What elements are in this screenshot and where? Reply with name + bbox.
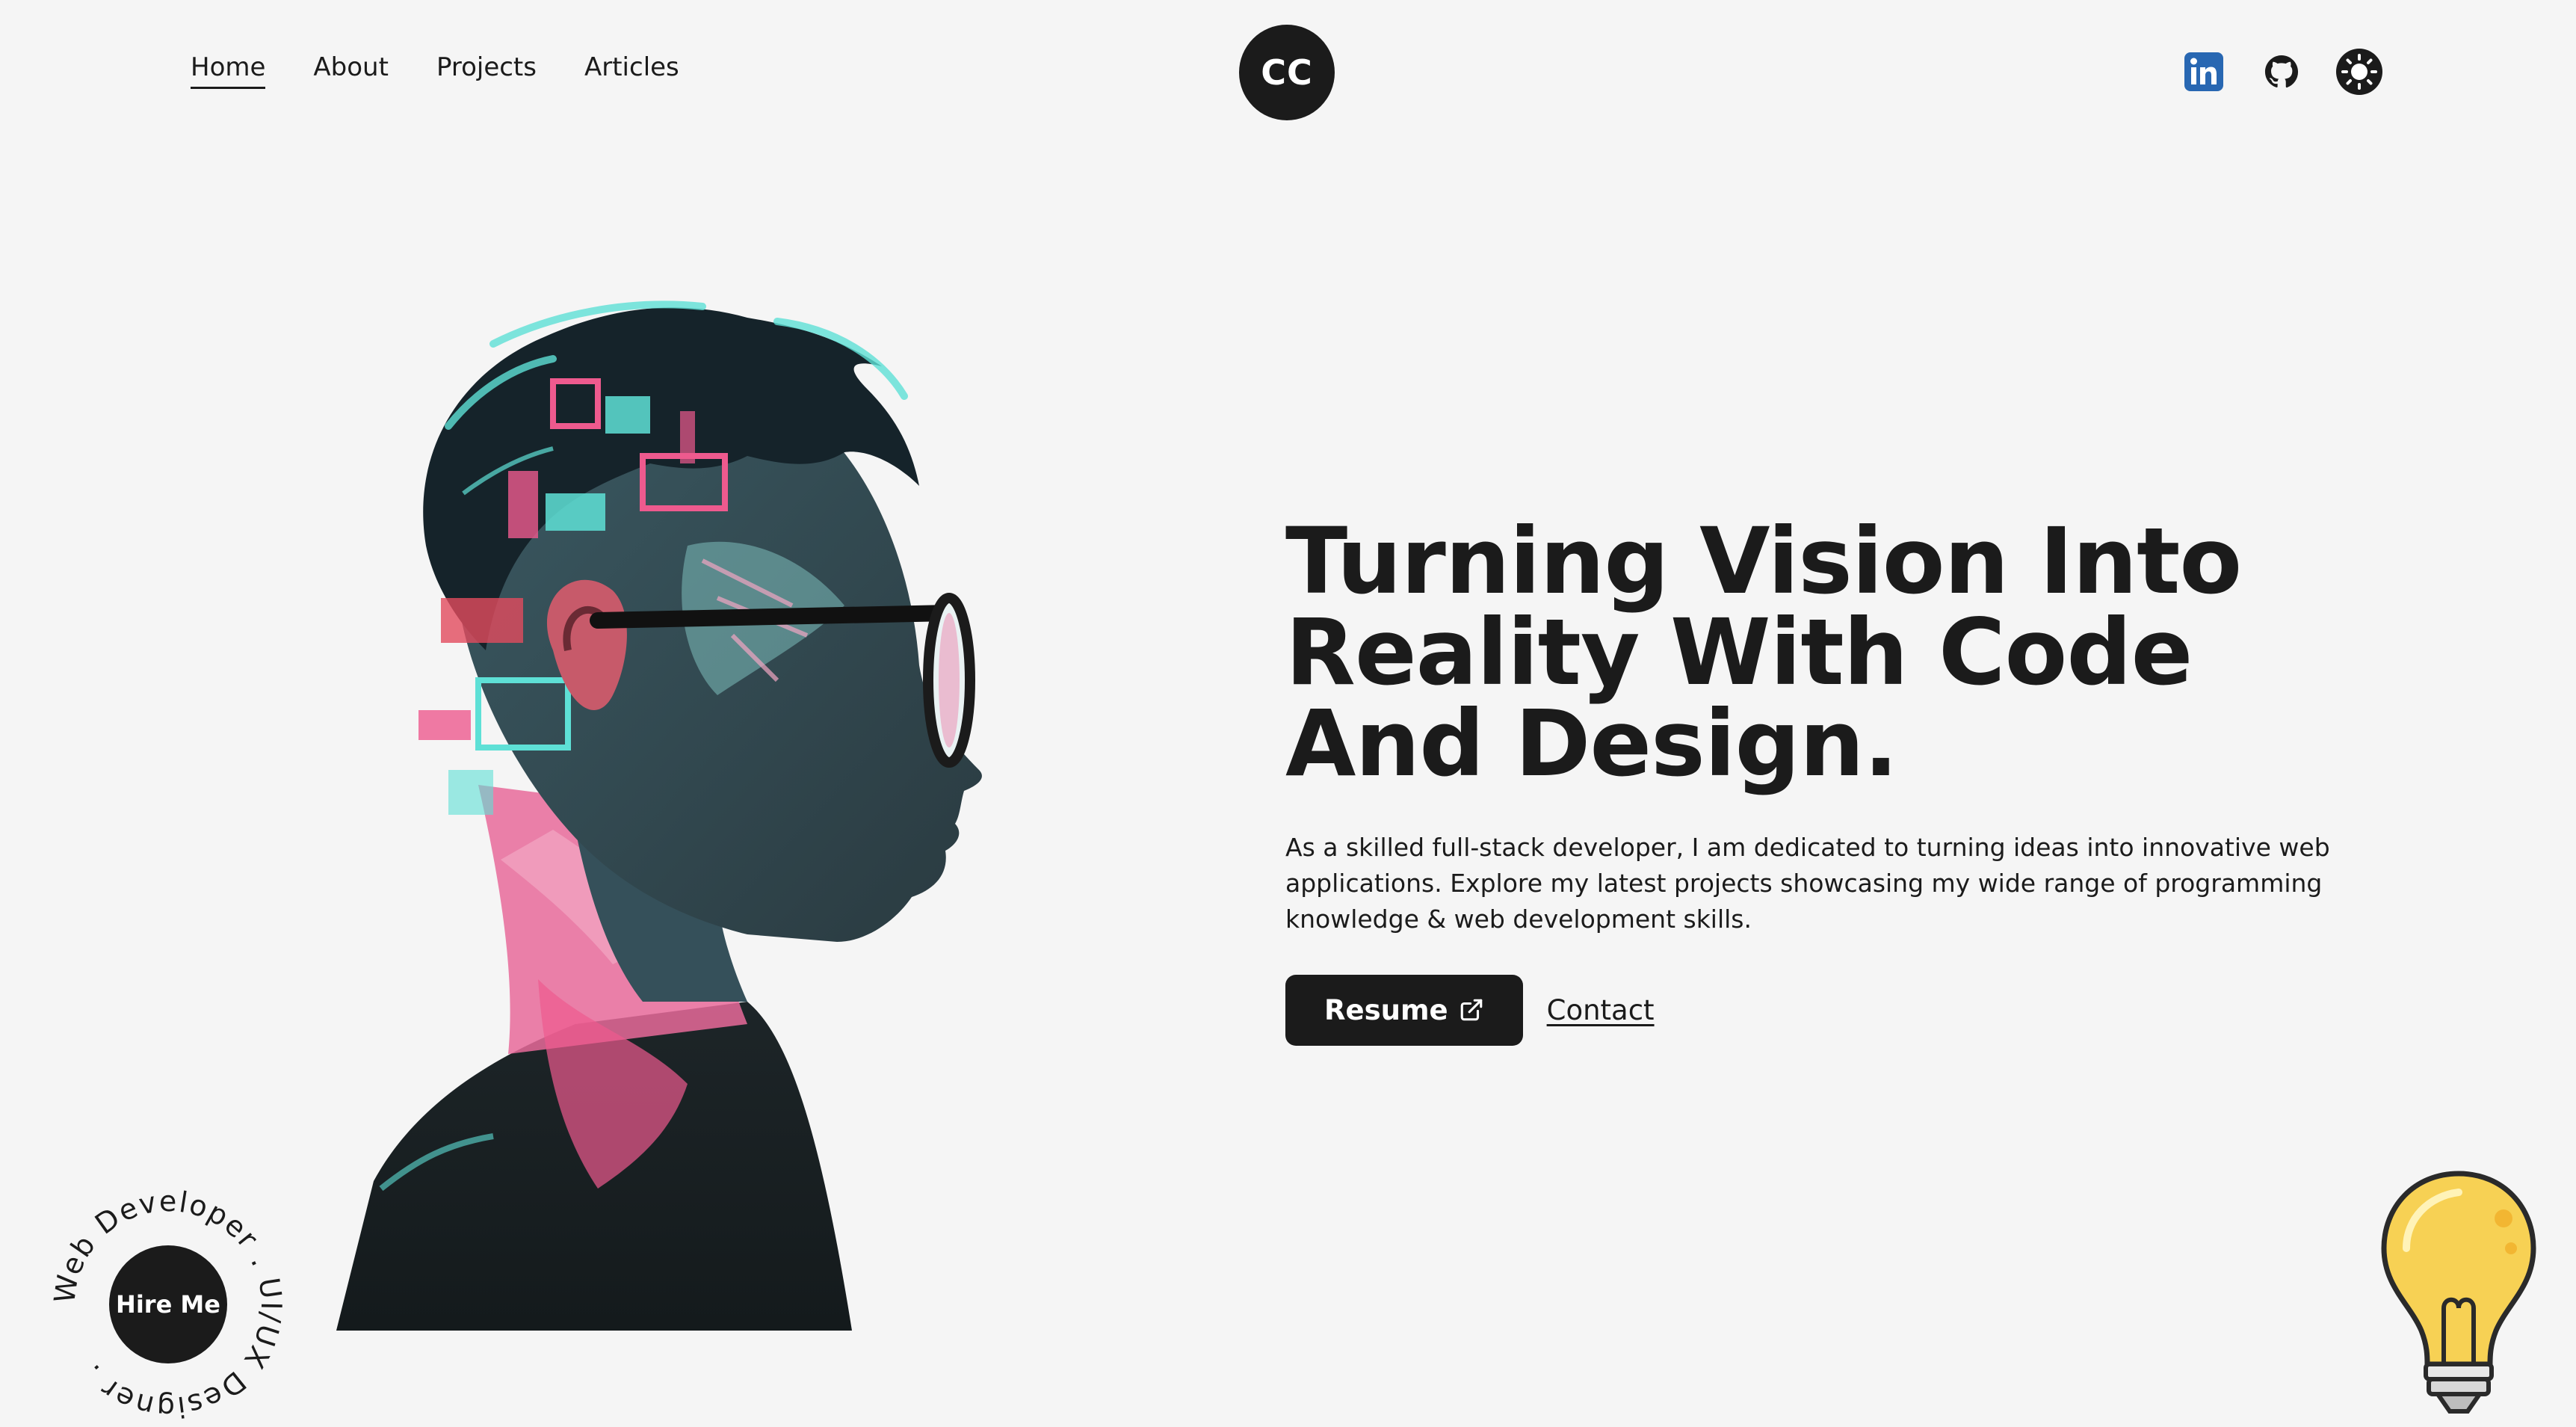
resume-button[interactable]: Resume [1285,974,1523,1046]
developer-portrait-illustration [336,300,982,1331]
hero-section: Turning Vision Into Reality With Code An… [1285,516,2376,1046]
nav-link-about[interactable]: About [313,52,389,89]
hero-description: As a skilled full-stack developer, I am … [1285,833,2330,934]
linkedin-icon [2184,52,2223,91]
nav-link-home[interactable]: Home [191,52,266,89]
contact-link[interactable]: Contact [1547,994,1655,1026]
hero-headline: Turning Vision Into Reality With Code An… [1285,508,2242,797]
github-link[interactable] [2258,48,2305,96]
hire-me-button[interactable]: Hire Me [109,1245,227,1363]
social-links [2180,48,2383,96]
github-icon [2264,55,2299,88]
nav-link-projects[interactable]: Projects [436,52,537,89]
linkedin-link[interactable] [2180,48,2228,96]
nav-links: Home About Projects Articles [191,52,679,89]
hero-cta-row: Resume Contact [1285,974,2376,1046]
theme-toggle-button[interactable] [2335,48,2383,96]
nav-link-articles[interactable]: Articles [584,52,679,89]
sun-theme-toggle-icon [2336,49,2382,95]
top-navigation: Home About Projects Articles CC [0,0,2576,150]
hire-me-badge[interactable]: Web Developer . UI/UX Designer . Hire Me [52,1189,284,1420]
lightbulb-icon [2381,1171,2536,1414]
external-link-icon [1460,999,1482,1021]
resume-button-label: Resume [1324,993,1448,1026]
logo-badge[interactable]: CC [1239,25,1335,120]
portfolio-home-page: Home About Projects Articles CC Turning … [0,0,2576,1427]
